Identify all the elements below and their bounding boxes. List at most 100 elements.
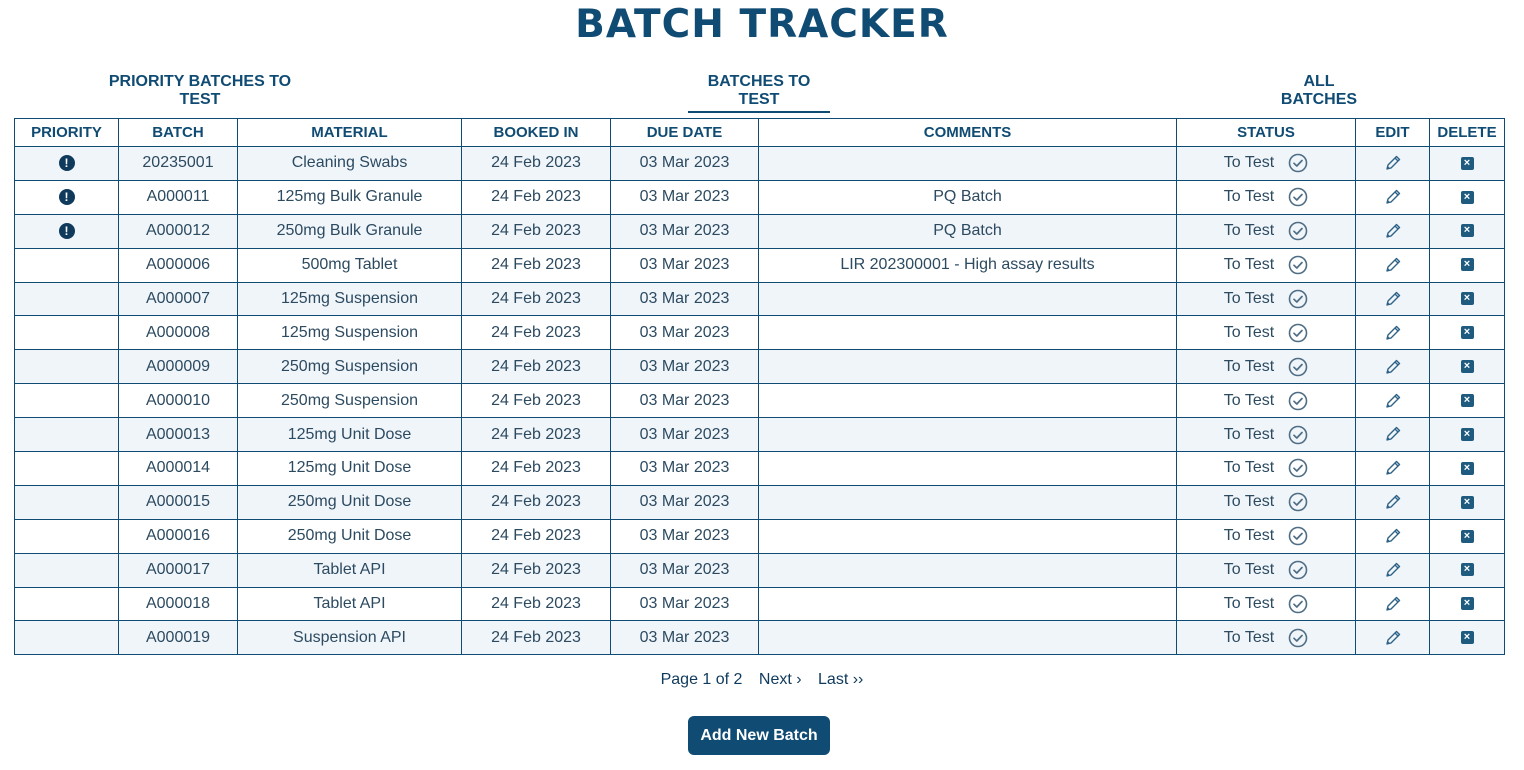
check-circle-icon[interactable] — [1288, 458, 1308, 478]
booked-in-cell: 24 Feb 2023 — [461, 451, 611, 486]
close-box-icon[interactable]: × — [1460, 190, 1474, 204]
comments-cell: PQ Batch — [758, 213, 1177, 249]
pagination: Page 1 of 2 Next › Last ›› — [0, 671, 1524, 689]
status-text: To Test — [1223, 323, 1275, 341]
pencil-icon[interactable] — [1384, 358, 1402, 376]
material-cell: 250mg Bulk Granule — [237, 213, 462, 249]
check-circle-icon[interactable] — [1288, 492, 1308, 512]
pencil-icon[interactable] — [1384, 629, 1402, 647]
next-page-link[interactable]: Next › — [759, 671, 802, 688]
close-box-icon[interactable]: × — [1460, 224, 1474, 238]
pencil-icon[interactable] — [1384, 527, 1402, 545]
delete-cell: × — [1429, 213, 1505, 249]
booked-in-cell: 24 Feb 2023 — [461, 518, 611, 554]
table-row: A000014 125mg Unit Dose 24 Feb 2023 03 Mar … — [14, 451, 1505, 486]
last-page-link[interactable]: Last ›› — [818, 671, 863, 688]
priority-cell — [14, 620, 119, 656]
delete-cell: × — [1429, 586, 1505, 622]
due-date-cell: 03 Mar 2023 — [610, 247, 759, 283]
close-box-icon[interactable]: × — [1460, 258, 1474, 272]
check-circle-icon[interactable] — [1288, 289, 1308, 309]
close-box-icon[interactable]: × — [1460, 360, 1474, 374]
close-box-icon[interactable]: × — [1460, 597, 1474, 611]
material-cell: 125mg Bulk Granule — [237, 179, 462, 215]
pencil-icon[interactable] — [1384, 561, 1402, 579]
check-circle-icon[interactable] — [1288, 628, 1308, 648]
tab-batches-to-test[interactable]: BATCHES TO TEST — [688, 73, 830, 113]
close-box-icon[interactable]: × — [1460, 326, 1474, 340]
pencil-icon[interactable] — [1384, 493, 1402, 511]
pencil-icon[interactable] — [1384, 392, 1402, 410]
pencil-icon[interactable] — [1384, 188, 1402, 206]
comments-cell — [758, 315, 1177, 351]
tab-all-batches[interactable]: ALL BATCHES — [1264, 73, 1374, 111]
pencil-icon[interactable] — [1384, 595, 1402, 613]
pencil-icon[interactable] — [1384, 425, 1402, 443]
pencil-icon[interactable] — [1384, 154, 1402, 172]
close-box-icon[interactable]: × — [1460, 563, 1474, 577]
page-indicator: Page 1 of 2 — [660, 671, 743, 688]
batch-cell: A000018 — [118, 586, 238, 622]
comments-cell — [758, 484, 1177, 520]
due-date-cell: 03 Mar 2023 — [610, 417, 759, 453]
status-text: To Test — [1223, 628, 1275, 646]
comments-cell — [758, 518, 1177, 554]
due-date-cell: 03 Mar 2023 — [610, 586, 759, 622]
pencil-icon[interactable] — [1384, 222, 1402, 240]
delete-cell: × — [1429, 417, 1505, 453]
add-new-batch-button[interactable]: Add New Batch — [688, 716, 830, 755]
column-header-due-date: DUE DATE — [610, 118, 759, 147]
batch-cell: A000017 — [118, 552, 238, 588]
material-cell: Cleaning Swabs — [237, 146, 462, 181]
priority-cell — [14, 552, 119, 588]
pencil-icon[interactable] — [1384, 459, 1402, 477]
comments-cell — [758, 417, 1177, 453]
check-circle-icon[interactable] — [1288, 323, 1308, 343]
delete-cell: × — [1429, 179, 1505, 215]
tab-priority-batches[interactable]: PRIORITY BATCHES TO TEST — [88, 73, 312, 111]
check-circle-icon[interactable] — [1288, 526, 1308, 546]
table-row: A000017 Tablet API 24 Feb 2023 03 Mar 2023 T… — [14, 552, 1505, 588]
close-box-icon[interactable]: × — [1460, 156, 1474, 170]
check-circle-icon[interactable] — [1288, 357, 1308, 377]
check-circle-icon[interactable] — [1288, 391, 1308, 411]
check-circle-icon[interactable] — [1288, 187, 1308, 207]
edit-cell — [1355, 518, 1430, 554]
exclamation-circle-icon: ! — [58, 189, 75, 206]
table-row: A000010 250mg Suspension 24 Feb 2023 03 Mar… — [14, 383, 1505, 419]
edit-cell — [1355, 315, 1430, 351]
close-box-icon[interactable]: × — [1460, 292, 1474, 306]
pencil-icon[interactable] — [1384, 256, 1402, 274]
material-cell: 250mg Unit Dose — [237, 518, 462, 554]
batch-cell: A000009 — [118, 349, 238, 385]
status-text: To Test — [1223, 527, 1275, 545]
pencil-icon[interactable] — [1384, 324, 1402, 342]
check-circle-icon[interactable] — [1288, 425, 1308, 445]
material-cell: Tablet API — [237, 586, 462, 622]
check-circle-icon[interactable] — [1288, 221, 1308, 241]
comments-cell — [758, 146, 1177, 181]
close-box-icon[interactable]: × — [1460, 427, 1474, 441]
check-circle-icon[interactable] — [1288, 560, 1308, 580]
column-header-edit: EDIT — [1355, 118, 1430, 147]
check-circle-icon[interactable] — [1288, 594, 1308, 614]
due-date-cell: 03 Mar 2023 — [610, 213, 759, 249]
close-box-icon[interactable]: × — [1460, 495, 1474, 509]
status-text: To Test — [1223, 425, 1275, 443]
batch-cell: A000012 — [118, 213, 238, 249]
status-cell: To Test — [1176, 620, 1356, 656]
close-box-icon[interactable]: × — [1460, 461, 1474, 475]
column-header-material: MATERIAL — [237, 118, 462, 147]
delete-cell: × — [1429, 620, 1505, 656]
close-box-icon[interactable]: × — [1460, 393, 1474, 407]
table-header-row: PRIORITY BATCH MATERIAL BOOKED IN DUE DA… — [14, 118, 1505, 147]
status-text: To Test — [1223, 222, 1275, 240]
delete-cell: × — [1429, 383, 1505, 419]
check-circle-icon[interactable] — [1288, 255, 1308, 275]
status-cell: To Test — [1176, 146, 1356, 181]
pencil-icon[interactable] — [1384, 290, 1402, 308]
close-box-icon[interactable]: × — [1460, 529, 1474, 543]
check-circle-icon[interactable] — [1288, 153, 1308, 173]
close-box-icon[interactable]: × — [1460, 631, 1474, 645]
booked-in-cell: 24 Feb 2023 — [461, 315, 611, 351]
